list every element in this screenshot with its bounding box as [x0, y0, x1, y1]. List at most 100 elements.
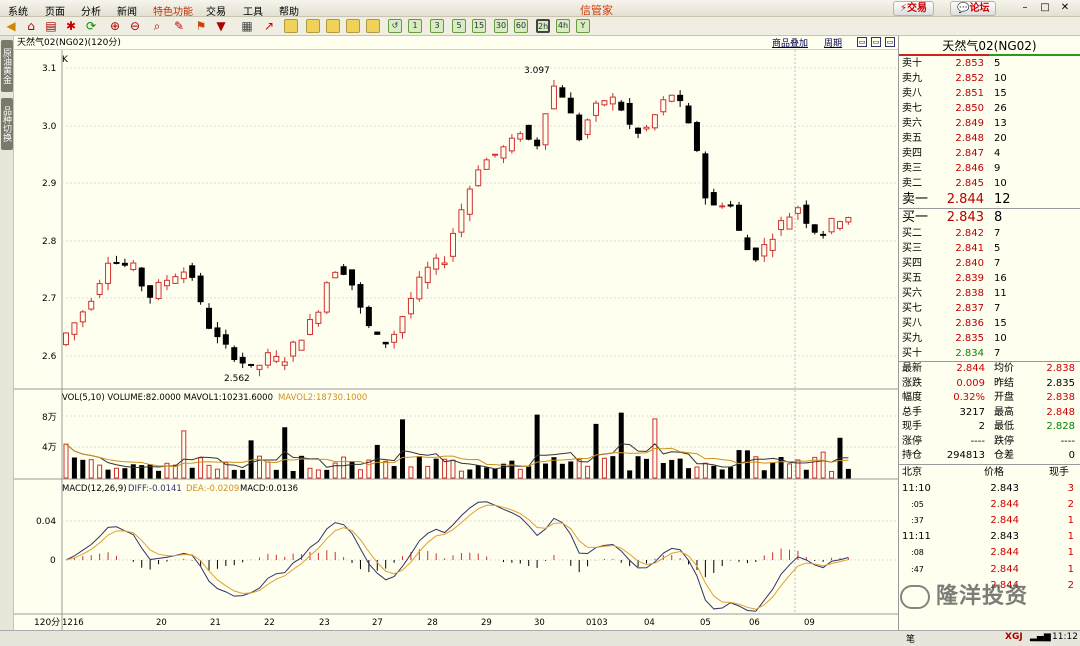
flag-icon[interactable]: ⚑	[194, 19, 208, 33]
ask-row[interactable]: 卖一 2.844 12	[899, 191, 1080, 208]
period-15m-button[interactable]: 15	[472, 19, 486, 33]
maximize-icon[interactable]: □	[1038, 2, 1052, 14]
period-year-button[interactable]: Y	[576, 19, 590, 33]
candle	[197, 275, 204, 303]
candle	[685, 105, 692, 124]
stat-row: 现手 2 最低 2.828	[899, 420, 1080, 435]
k-label: K	[62, 55, 69, 65]
bid-row[interactable]: 买九 2.835 10	[899, 331, 1080, 346]
volume-bar	[686, 468, 692, 479]
ask-row[interactable]: 卖二 2.845 10	[899, 176, 1080, 191]
candle	[382, 341, 389, 345]
ask-row[interactable]: 卖十 2.853 5	[899, 56, 1080, 71]
period-label: 120分	[34, 617, 60, 628]
tool-button[interactable]	[306, 19, 320, 33]
tool-button[interactable]	[284, 19, 298, 33]
rewind-button[interactable]: ↺	[388, 19, 402, 33]
zoom-in-icon[interactable]: ⊕	[108, 19, 122, 33]
period-60m-button[interactable]: 60	[514, 19, 528, 33]
candle	[542, 113, 549, 146]
menu-trade[interactable]: 交易	[206, 3, 226, 18]
menu-help[interactable]: 帮助	[279, 3, 299, 18]
volume-bar	[122, 468, 128, 479]
period-3m-button[interactable]: 3	[430, 19, 444, 33]
period-2h-button[interactable]: 2h	[536, 19, 550, 33]
menu-system[interactable]: 系统	[8, 3, 28, 18]
menu-page[interactable]: 页面	[45, 3, 65, 18]
bid-row[interactable]: 买四 2.840 7	[899, 256, 1080, 271]
tick-row: :05 2.844 2	[899, 497, 1080, 513]
bid-price: 2.841	[955, 243, 984, 254]
period-4h-button[interactable]: 4h	[556, 19, 570, 33]
candle	[660, 99, 667, 113]
stat-label: 持仓	[902, 450, 922, 461]
ask-row[interactable]: 卖八 2.851 15	[899, 86, 1080, 101]
minimize-icon[interactable]: –	[1018, 2, 1032, 14]
tool-button[interactable]	[326, 19, 340, 33]
candle	[214, 327, 221, 338]
menu-analysis[interactable]: 分析	[81, 3, 101, 18]
search-icon[interactable]: ⌕	[150, 19, 164, 33]
ask-row[interactable]: 卖四 2.847 4	[899, 146, 1080, 161]
period-5m-button[interactable]: 5	[452, 19, 466, 33]
tick-volume: 2	[1067, 579, 1074, 591]
home-icon[interactable]: ⌂	[24, 19, 38, 33]
stat-value: 2.835	[1046, 377, 1075, 389]
volume-bar	[400, 419, 406, 479]
ticks-header: 北京 价格 现手	[899, 465, 1080, 481]
period-1m-button[interactable]: 1	[408, 19, 422, 33]
ask-row[interactable]: 卖六 2.849 13	[899, 116, 1080, 131]
candle	[113, 261, 120, 264]
ask-row[interactable]: 卖五 2.848 20	[899, 131, 1080, 146]
bid-volume: 11	[994, 288, 1007, 299]
tab-switch-instrument[interactable]: 品种切换	[1, 98, 13, 150]
ask-row[interactable]: 卖七 2.850 26	[899, 101, 1080, 116]
pen-icon[interactable]: ✎	[172, 19, 186, 33]
bid-row[interactable]: 买一 2.843 8	[899, 209, 1080, 226]
bid-row[interactable]: 买十 2.834 7	[899, 346, 1080, 361]
tick-row: 11:11 2.843 1	[899, 529, 1080, 545]
volume-bar	[635, 456, 641, 479]
funnel-icon[interactable]: ▼	[214, 19, 228, 33]
bid-row[interactable]: 买六 2.838 11	[899, 286, 1080, 301]
bid-row[interactable]: 买七 2.837 7	[899, 301, 1080, 316]
tab-crude-gold[interactable]: 原油黄金	[1, 40, 13, 92]
volume-bar	[719, 469, 725, 479]
bid-row[interactable]: 买八 2.836 15	[899, 316, 1080, 331]
menu-features[interactable]: 特色功能	[153, 3, 193, 18]
tool-button[interactable]	[366, 19, 380, 33]
menu-news[interactable]: 新闻	[117, 3, 137, 18]
ask-row[interactable]: 卖三 2.846 9	[899, 161, 1080, 176]
trade-button[interactable]: ⚡交易	[893, 1, 935, 16]
bid-row[interactable]: 买三 2.841 5	[899, 241, 1080, 256]
table-icon[interactable]: ▦	[240, 19, 254, 33]
volume-bar	[416, 456, 422, 479]
candle	[651, 114, 658, 129]
x-axis-label: 09	[804, 618, 815, 628]
bid-row[interactable]: 买二 2.842 7	[899, 226, 1080, 241]
star-icon[interactable]: ✱	[64, 19, 78, 33]
ask-row[interactable]: 卖九 2.852 10	[899, 71, 1080, 86]
refresh-icon[interactable]: ⟳	[84, 19, 98, 33]
back-icon[interactable]: ◀	[4, 19, 18, 33]
candle	[71, 322, 78, 335]
close-icon[interactable]: ✕	[1058, 2, 1072, 14]
period-30m-button[interactable]: 30	[494, 19, 508, 33]
menu-tools[interactable]: 工具	[243, 3, 263, 18]
line-chart-icon[interactable]: ↗	[262, 19, 276, 33]
tick-row: 11:10 2.843 3	[899, 481, 1080, 497]
bid-volume: 7	[994, 348, 1001, 359]
volume-bar	[231, 469, 237, 479]
x-axis-label: 1216	[62, 618, 84, 628]
forum-button[interactable]: 💬论坛	[950, 1, 997, 16]
bid-row[interactable]: 买五 2.839 16	[899, 271, 1080, 286]
document-icon[interactable]: ▤	[44, 19, 58, 33]
ask-volume: 4	[994, 148, 1001, 159]
volume-bar	[568, 461, 574, 479]
tick-volume: 1	[1067, 531, 1074, 543]
tool-button[interactable]	[346, 19, 360, 33]
stat-label: 昨结	[994, 377, 1014, 389]
stat-label: 开盘	[994, 392, 1014, 403]
kline-chart-area[interactable]: 天然气02(NG02)(120分) 商品叠加 周期 ▭ ▭ ▭ 3.1 3.0 …	[14, 36, 898, 630]
zoom-out-icon[interactable]: ⊖	[128, 19, 142, 33]
